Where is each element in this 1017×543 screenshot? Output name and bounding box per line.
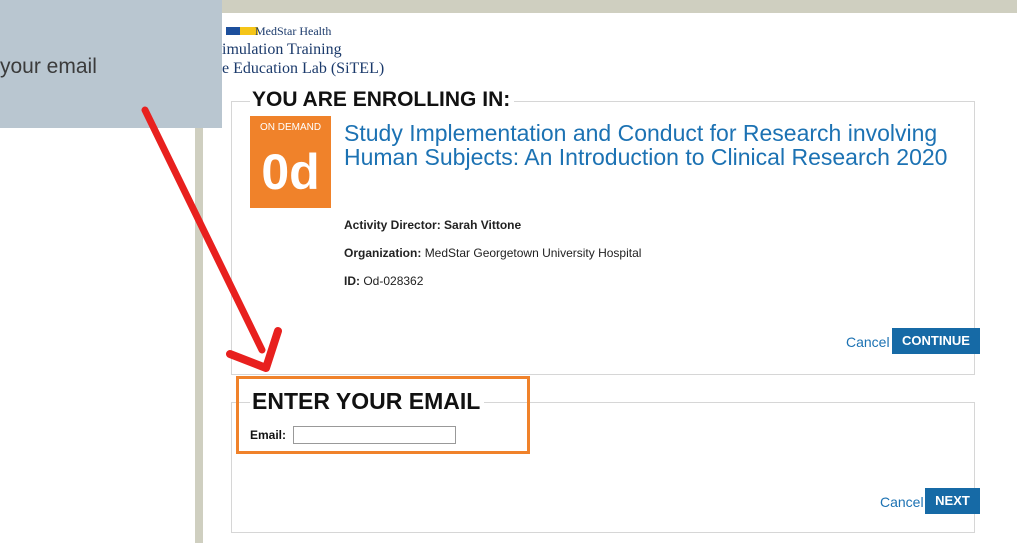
id-row: ID: Od-028362 [344,274,423,288]
course-title[interactable]: Study Implementation and Conduct for Res… [344,121,964,169]
organization-label: Organization: [344,246,422,260]
activity-director-value: Sarah Vittone [444,218,522,232]
enroll-cancel-link[interactable]: Cancel [846,334,890,350]
continue-button[interactable]: CONTINUE [892,328,980,354]
medstar-flag-icon [226,27,258,35]
email-cancel-link[interactable]: Cancel [880,494,924,510]
badge-label: ON DEMAND [259,122,322,133]
instruction-callout: your email [0,0,222,128]
id-label: ID: [344,274,360,288]
callout-text: your email [0,55,97,78]
email-highlight-box [236,376,530,454]
activity-director-label: Activity Director: [344,218,441,232]
logo-line-3: e Education Lab (SiTEL) [222,60,385,77]
next-button[interactable]: NEXT [925,488,980,514]
logo-line-2: imulation Training [222,41,342,58]
id-value: Od-028362 [363,274,424,288]
enrollment-heading: YOU ARE ENROLLING IN: [250,88,515,112]
activity-director-row: Activity Director: Sarah Vittone [344,218,521,232]
organization-row: Organization: MedStar Georgetown Univers… [344,246,641,260]
badge-code: 0d [261,144,320,200]
logo-line-1: MedStar Health [255,24,332,38]
on-demand-badge: ON DEMAND 0d [250,116,331,208]
page-top-band [195,0,1017,13]
organization-value: MedStar Georgetown University Hospital [424,246,642,260]
